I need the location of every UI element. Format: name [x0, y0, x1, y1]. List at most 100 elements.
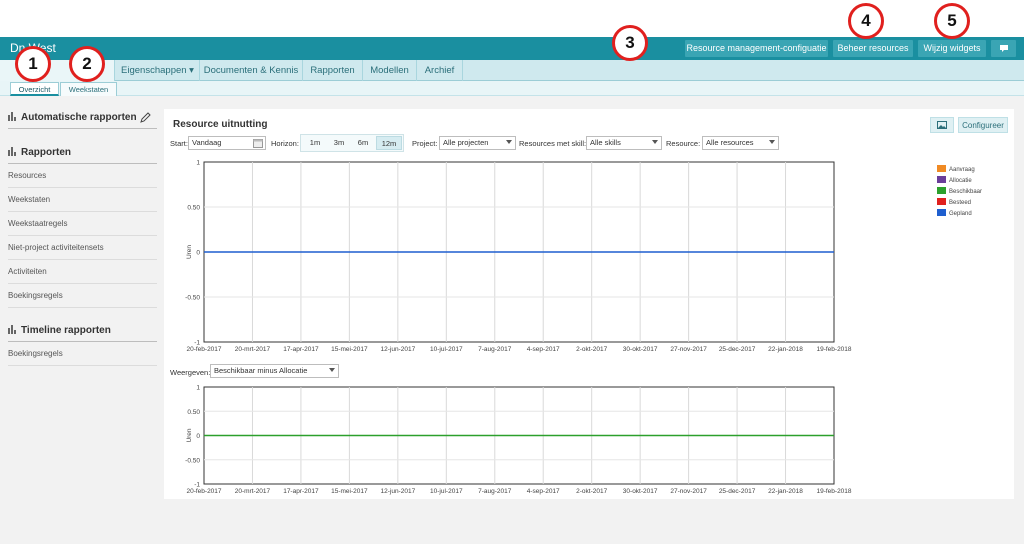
edit-widgets-button[interactable]: Wijzig widgets [918, 40, 986, 57]
project-select[interactable]: Alle projecten [439, 136, 516, 150]
sidebar-link-niet-project-activiteitensets[interactable]: Niet-project activiteitensets [8, 236, 157, 260]
manage-resources-button[interactable]: Beheer resources [833, 40, 913, 57]
export-image-button[interactable] [930, 117, 954, 133]
x-tick-label: 20-mrt-2017 [235, 488, 271, 495]
image-icon [937, 121, 947, 129]
x-tick-label: 22-jan-2018 [768, 346, 803, 353]
nav-item-archief[interactable]: Archief [417, 60, 463, 81]
y-tick-label: 0.50 [187, 205, 200, 212]
x-tick-label: 20-feb-2017 [186, 488, 221, 495]
chevron-down-icon [329, 368, 335, 372]
app-header: Dn West Resource management-configuatie … [0, 37, 1024, 60]
nav-item-documenten[interactable]: Documenten & Kennis [200, 60, 303, 81]
resource-config-button[interactable]: Resource management-configuatie [685, 40, 828, 57]
difference-chart: 10.500-0.50-120-feb-2017 20-mrt-2017 17-ap… [185, 385, 852, 496]
weergeven-select[interactable]: Beschikbaar minus Allocatie [210, 364, 339, 378]
x-tick-label: 4-sep-2017 [527, 346, 560, 353]
x-tick-label: 27-nov-2017 [670, 346, 707, 353]
resource-label: Resource: [666, 139, 701, 148]
sidebar-link-boekingsregels-timeline[interactable]: Boekingsregels [8, 342, 157, 366]
chat-icon [999, 45, 1008, 52]
legend-item-besteed[interactable]: Besteed [937, 198, 1007, 208]
x-tick-label: 7-aug-2017 [478, 488, 512, 495]
y-tick-label: 0 [196, 433, 200, 440]
sidebar-link-boekingsregels[interactable]: Boekingsregels [8, 284, 157, 308]
nav-item-rapporten[interactable]: Rapporten [303, 60, 363, 81]
legend-item-beschikbaar[interactable]: Beschikbaar [937, 187, 1007, 197]
x-tick-label: 15-mei-2017 [331, 346, 368, 353]
tab-weekstaten[interactable]: Weekstaten [60, 82, 117, 96]
skill-select[interactable]: Alle skills [586, 136, 662, 150]
y-tick-label: -0.50 [185, 457, 200, 464]
tab-overzicht[interactable]: Overzicht [10, 82, 59, 96]
x-tick-label: 17-apr-2017 [283, 488, 319, 495]
x-tick-label: 30-okt-2017 [623, 488, 658, 495]
y-tick-label: 1 [196, 160, 200, 167]
x-tick-label: 10-jul-2017 [430, 346, 463, 353]
legend-swatch [937, 209, 946, 216]
legend-item-allocatie[interactable]: Allocatie [937, 176, 1007, 186]
nav-item-modellen[interactable]: Modellen [363, 60, 417, 81]
legend-item-aanvraag[interactable]: Aanvraag [937, 165, 1007, 175]
chevron-down-icon [769, 140, 775, 144]
horizon-1m[interactable]: 1m [303, 136, 327, 150]
legend-swatch [937, 165, 946, 172]
project-label: Project: [412, 139, 438, 148]
chevron-down-icon [652, 140, 658, 144]
x-tick-label: 10-jul-2017 [430, 488, 463, 495]
sidebar-link-weekstaten[interactable]: Weekstaten [8, 188, 157, 212]
sub-nav: Overzicht Weekstaten [0, 81, 1024, 96]
sidebar-divider [8, 128, 157, 129]
y-tick-label: 1 [196, 385, 200, 392]
annotation-marker-4: 4 [848, 3, 884, 39]
legend-swatch [937, 187, 946, 194]
legend-swatch [937, 176, 946, 183]
bar-chart-icon [8, 325, 16, 334]
nav-item-eigenschappen[interactable]: Eigenschappen ▾ [116, 60, 200, 81]
x-tick-label: 17-apr-2017 [283, 346, 319, 353]
x-tick-label: 7-aug-2017 [478, 346, 512, 353]
configure-button[interactable]: Configureer [958, 117, 1008, 133]
annotation-marker-1: 1 [15, 46, 51, 82]
horizon-3m[interactable]: 3m [327, 136, 351, 150]
chat-button[interactable] [991, 40, 1016, 57]
y-tick-label: 0.50 [187, 409, 200, 416]
resource-select[interactable]: Alle resources [702, 136, 779, 150]
edit-pencil-icon[interactable] [140, 112, 151, 123]
bar-chart-icon [8, 147, 16, 156]
sidebar-link-activiteiten[interactable]: Activiteiten [8, 260, 157, 284]
start-label: Start: [170, 139, 188, 148]
x-tick-label: 2-okt-2017 [576, 488, 607, 495]
x-tick-label: 30-okt-2017 [623, 346, 658, 353]
horizon-12m[interactable]: 12m [376, 136, 402, 150]
x-tick-label: 20-feb-2017 [186, 346, 221, 353]
y-tick-label: -0.50 [185, 295, 200, 302]
x-tick-label: 25-dec-2017 [719, 488, 756, 495]
widget-title: Resource uitnutting [173, 119, 268, 130]
bar-chart-icon [8, 112, 16, 121]
app-window: Dn West Resource management-configuatie … [0, 0, 1024, 544]
legend-swatch [937, 198, 946, 205]
y-tick-label: 0 [196, 250, 200, 257]
x-tick-label: 27-nov-2017 [670, 488, 707, 495]
start-date-input[interactable]: Vandaag [188, 136, 266, 150]
x-tick-label: 19-feb-2018 [816, 346, 851, 353]
horizon-selector: 1m 3m 6m 12m [300, 134, 404, 152]
calendar-icon[interactable] [253, 138, 263, 148]
main-nav: Ma Eigenschappen ▾ Documenten & Kennis R… [0, 60, 1024, 81]
y-axis-label: Uren [186, 428, 193, 442]
utilization-chart: 10.500-0.50-120-feb-2017 20-mrt-2017 17-ap… [185, 160, 852, 354]
sidebar-link-weekstaatregels[interactable]: Weekstaatregels [8, 212, 157, 236]
legend-item-gepland[interactable]: Gepland [937, 209, 1007, 219]
horizon-label: Horizon: [271, 139, 299, 148]
x-tick-label: 12-jun-2017 [380, 346, 415, 353]
annotation-marker-3: 3 [612, 25, 648, 61]
horizon-6m[interactable]: 6m [351, 136, 375, 150]
x-tick-label: 2-okt-2017 [576, 346, 607, 353]
skill-label: Resources met skill: [519, 139, 587, 148]
x-tick-label: 19-feb-2018 [816, 488, 851, 495]
sidebar-link-resources[interactable]: Resources [8, 164, 157, 188]
x-tick-label: 4-sep-2017 [527, 488, 560, 495]
annotation-marker-5: 5 [934, 3, 970, 39]
x-tick-label: 22-jan-2018 [768, 488, 803, 495]
